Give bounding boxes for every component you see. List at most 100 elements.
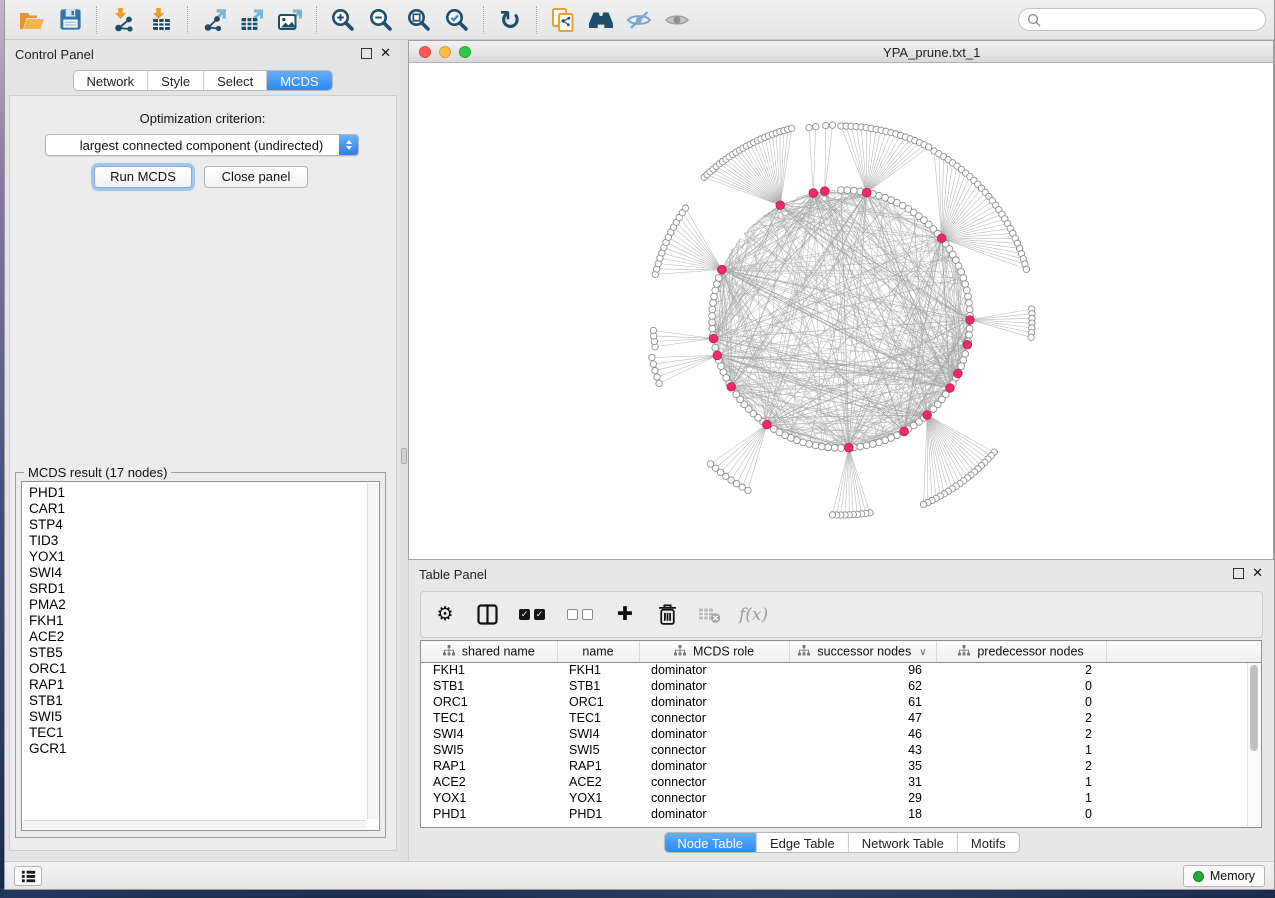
cell-name[interactable]: FKH1: [557, 662, 639, 678]
create-column-button[interactable]: ✚: [613, 600, 637, 630]
result-vertical-scrollbar[interactable]: [367, 483, 378, 819]
zoom-in-button[interactable]: [324, 4, 362, 36]
cell-shared-name[interactable]: SWI4: [421, 726, 557, 742]
select-all-columns-button[interactable]: ✓✓: [517, 600, 547, 630]
mcds-result-item[interactable]: FKH1: [29, 613, 366, 629]
cell-shared-name[interactable]: PHD1: [421, 806, 557, 822]
delete-table-button[interactable]: [697, 600, 721, 630]
task-history-button[interactable]: [14, 866, 42, 886]
table-row[interactable]: ACE2ACE2connector311: [421, 774, 1261, 790]
tab-node-table[interactable]: Node Table: [664, 833, 756, 852]
table-row[interactable]: TEC1TEC1connector472: [421, 710, 1261, 726]
mcds-result-item[interactable]: STB5: [29, 645, 366, 661]
show-columns-button[interactable]: [475, 600, 499, 630]
network-graph[interactable]: [409, 63, 1275, 559]
search-network-button[interactable]: [582, 4, 620, 36]
zoom-fit-button[interactable]: [400, 4, 438, 36]
column-header-shared-name[interactable]: shared name: [421, 641, 557, 662]
tab-network[interactable]: Network: [73, 71, 147, 90]
table-row[interactable]: RAP1RAP1dominator352: [421, 758, 1261, 774]
maximize-window-icon[interactable]: [459, 46, 471, 58]
result-horizontal-scrollbar[interactable]: [23, 820, 366, 829]
table-row[interactable]: SWI5SWI5connector431: [421, 742, 1261, 758]
delete-column-button[interactable]: [655, 600, 679, 630]
cell-MCDS-role[interactable]: dominator: [639, 758, 789, 774]
cell-successor-nodes[interactable]: 61: [789, 694, 936, 710]
float-table-panel-icon[interactable]: [1233, 568, 1244, 579]
cell-MCDS-role[interactable]: dominator: [639, 694, 789, 710]
cell-predecessor-nodes[interactable]: 2: [936, 662, 1106, 678]
column-header-MCDS-role[interactable]: MCDS role: [639, 641, 789, 662]
cell-predecessor-nodes[interactable]: 0: [936, 806, 1106, 822]
splitter-grip[interactable]: [401, 448, 407, 464]
cell-predecessor-nodes[interactable]: 2: [936, 710, 1106, 726]
cell-MCDS-role[interactable]: dominator: [639, 662, 789, 678]
column-header-name[interactable]: name: [557, 641, 639, 662]
column-header-successor-nodes[interactable]: successor nodes∨: [789, 641, 936, 662]
mcds-result-item[interactable]: PHD1: [29, 485, 366, 501]
cell-shared-name[interactable]: SWI5: [421, 742, 557, 758]
cell-MCDS-role[interactable]: connector: [639, 710, 789, 726]
search-input[interactable]: [1046, 13, 1257, 27]
cell-name[interactable]: SWI5: [557, 742, 639, 758]
cell-MCDS-role[interactable]: connector: [639, 790, 789, 806]
cell-predecessor-nodes[interactable]: 1: [936, 774, 1106, 790]
close-panel-button[interactable]: Close panel: [204, 166, 308, 188]
mcds-result-item[interactable]: SWI5: [29, 709, 366, 725]
show-all-button[interactable]: [658, 4, 696, 36]
table-vertical-scrollbar[interactable]: [1247, 663, 1260, 826]
cell-name[interactable]: TEC1: [557, 710, 639, 726]
cell-predecessor-nodes[interactable]: 0: [936, 694, 1106, 710]
tab-select[interactable]: Select: [203, 71, 266, 90]
cell-shared-name[interactable]: RAP1: [421, 758, 557, 774]
mcds-result-item[interactable]: STP4: [29, 517, 366, 533]
mcds-result-item[interactable]: ACE2: [29, 629, 366, 645]
cell-successor-nodes[interactable]: 35: [789, 758, 936, 774]
cell-shared-name[interactable]: ACE2: [421, 774, 557, 790]
minimize-window-icon[interactable]: [439, 46, 451, 58]
cell-name[interactable]: YOX1: [557, 790, 639, 806]
cell-successor-nodes[interactable]: 18: [789, 806, 936, 822]
zoom-out-button[interactable]: [362, 4, 400, 36]
refresh-button[interactable]: ↻: [491, 4, 529, 36]
import-table-button[interactable]: [142, 4, 180, 36]
clone-network-button[interactable]: [544, 4, 582, 36]
column-header-predecessor-nodes[interactable]: predecessor nodes: [936, 641, 1106, 662]
cell-name[interactable]: PHD1: [557, 806, 639, 822]
cell-shared-name[interactable]: FKH1: [421, 662, 557, 678]
export-image-button[interactable]: [271, 4, 309, 36]
cell-MCDS-role[interactable]: dominator: [639, 678, 789, 694]
table-row[interactable]: YOX1YOX1connector291: [421, 790, 1261, 806]
float-panel-icon[interactable]: [361, 48, 372, 59]
table-row[interactable]: PHD1PHD1dominator180: [421, 806, 1261, 822]
table-row[interactable]: FKH1FKH1dominator962: [421, 662, 1261, 678]
cell-name[interactable]: RAP1: [557, 758, 639, 774]
table-scrollbar-thumb[interactable]: [1250, 665, 1258, 751]
cell-successor-nodes[interactable]: 43: [789, 742, 936, 758]
tab-edge-table[interactable]: Edge Table: [756, 833, 848, 852]
cell-successor-nodes[interactable]: 47: [789, 710, 936, 726]
cell-name[interactable]: ACE2: [557, 774, 639, 790]
cell-successor-nodes[interactable]: 31: [789, 774, 936, 790]
mcds-result-item[interactable]: STB1: [29, 693, 366, 709]
cell-predecessor-nodes[interactable]: 1: [936, 790, 1106, 806]
mcds-result-item[interactable]: SRD1: [29, 581, 366, 597]
table-settings-button[interactable]: ⚙: [433, 600, 457, 630]
close-table-panel-icon[interactable]: ✕: [1252, 565, 1263, 581]
import-network-button[interactable]: [104, 4, 142, 36]
cell-predecessor-nodes[interactable]: 1: [936, 742, 1106, 758]
table-row[interactable]: ORC1ORC1dominator610: [421, 694, 1261, 710]
panel-splitter[interactable]: [400, 40, 408, 861]
criterion-select[interactable]: largest connected component (undirected): [45, 134, 359, 156]
function-builder-button[interactable]: f(x): [739, 600, 768, 630]
save-session-button[interactable]: [51, 4, 89, 36]
tab-motifs[interactable]: Motifs: [957, 833, 1019, 852]
cell-predecessor-nodes[interactable]: 2: [936, 758, 1106, 774]
table-row[interactable]: STB1STB1dominator620: [421, 678, 1261, 694]
mcds-result-item[interactable]: TEC1: [29, 725, 366, 741]
mcds-result-item[interactable]: GCR1: [29, 741, 366, 757]
cell-successor-nodes[interactable]: 29: [789, 790, 936, 806]
export-network-button[interactable]: [195, 4, 233, 36]
tab-style[interactable]: Style: [147, 71, 203, 90]
table-row[interactable]: SWI4SWI4dominator462: [421, 726, 1261, 742]
